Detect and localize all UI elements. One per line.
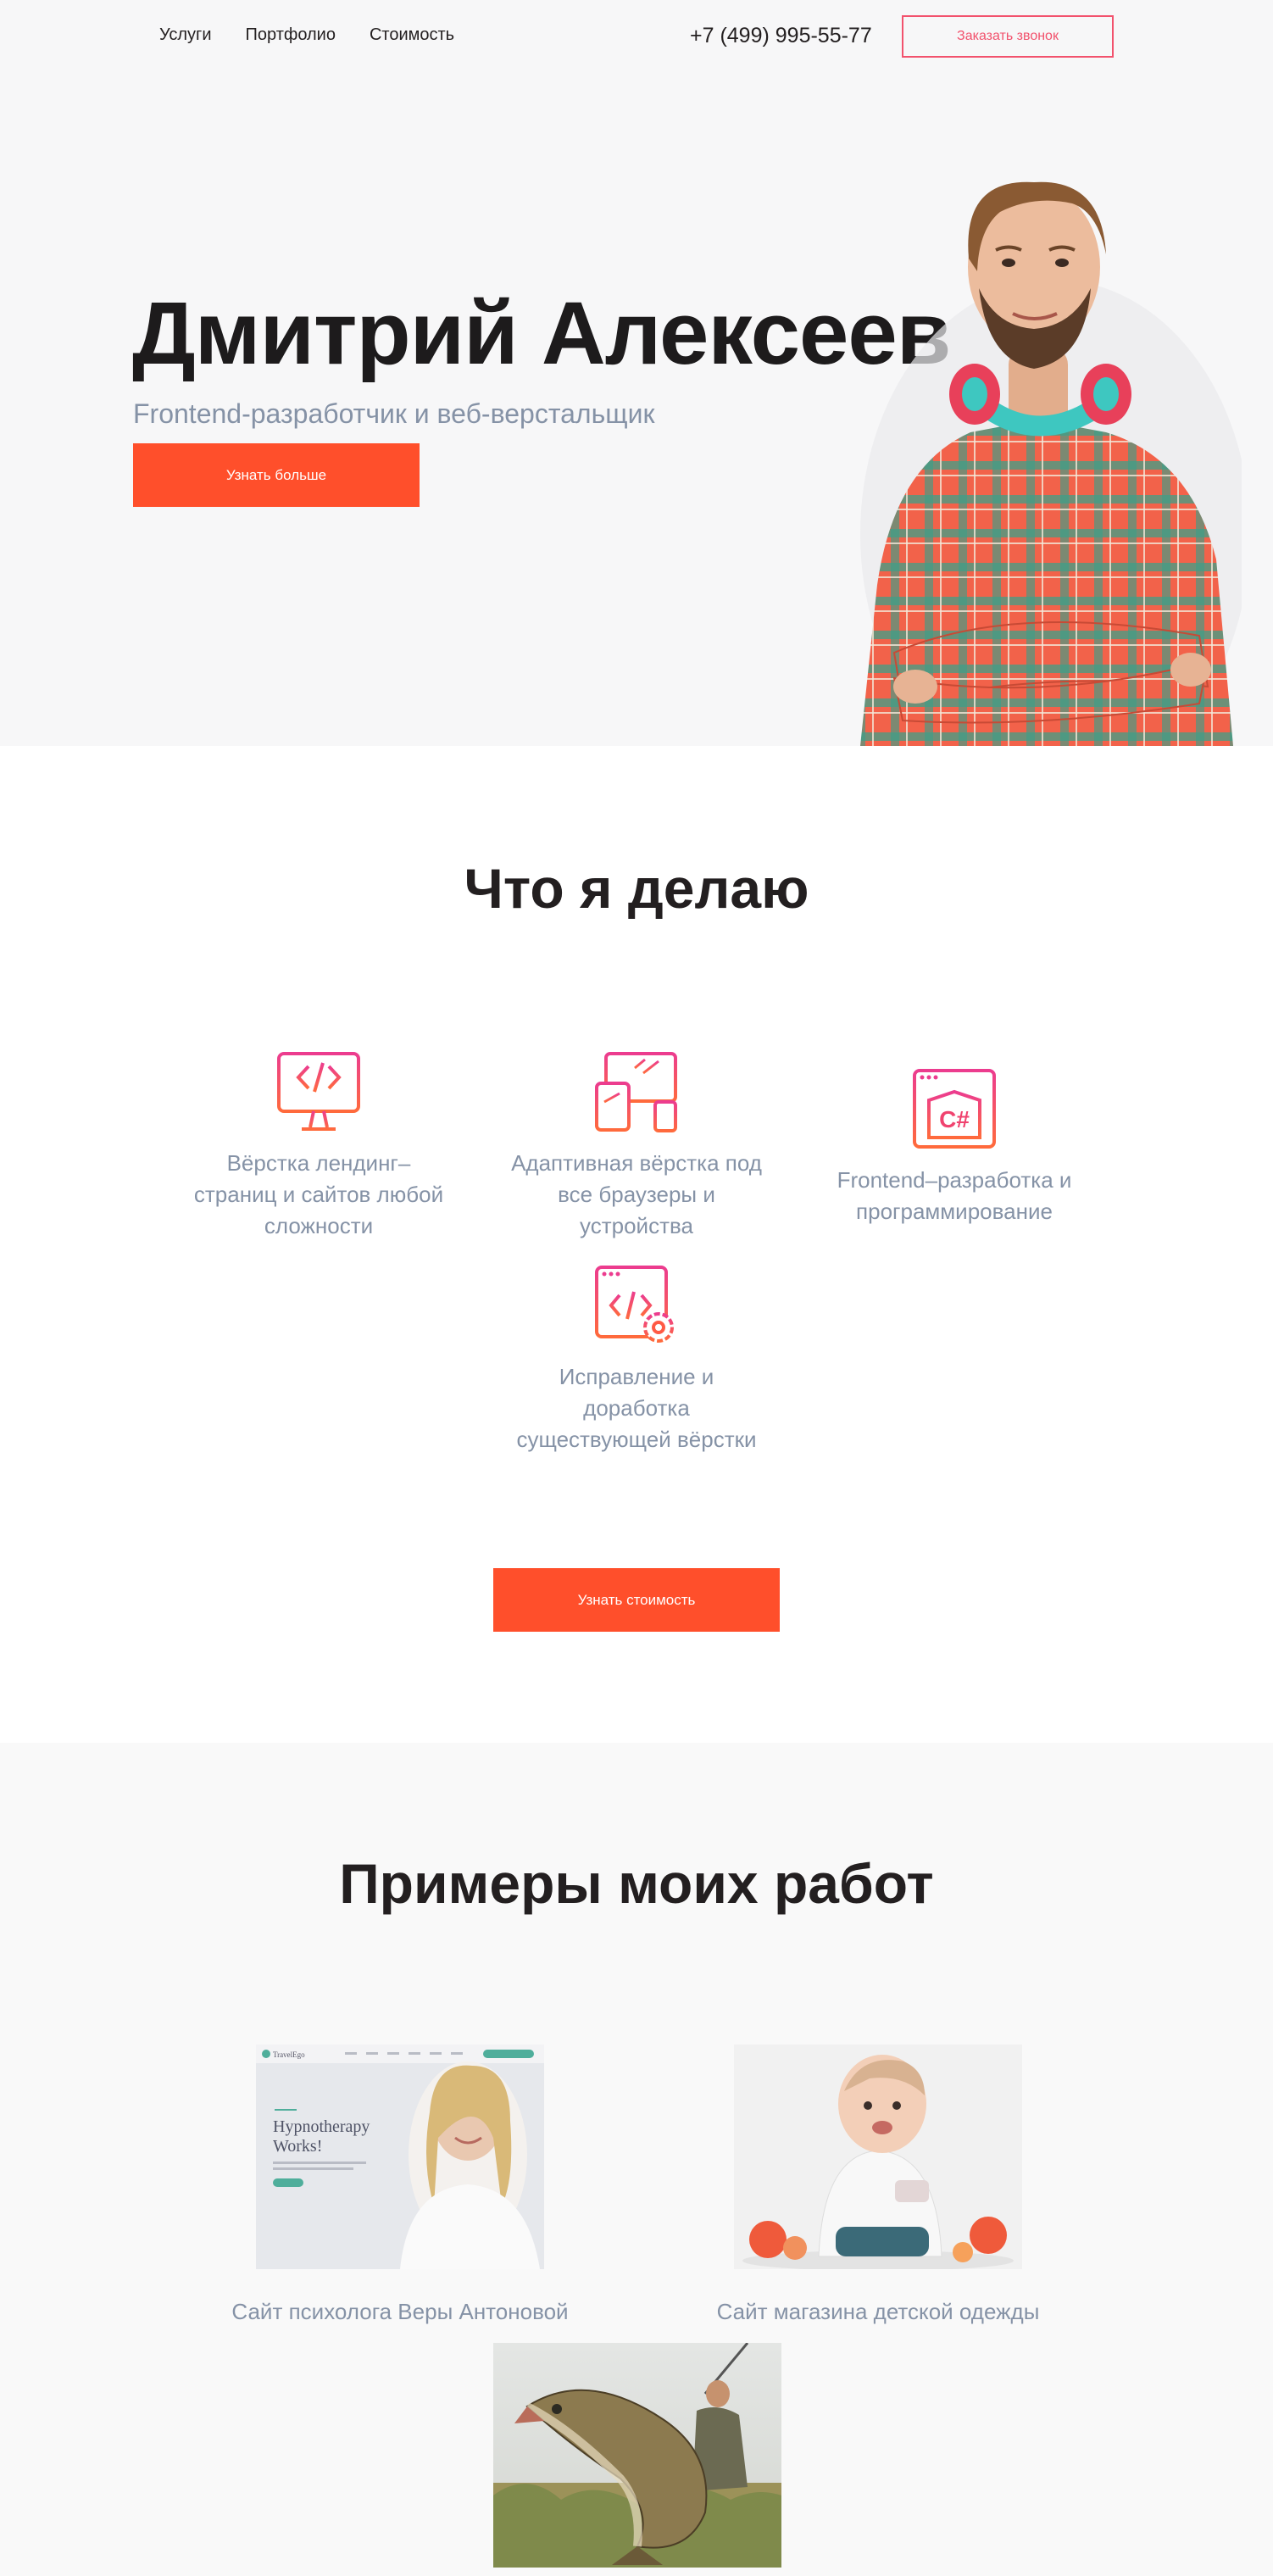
hypnotherapy-site-preview: TravelEgo Hypnotherapy Works! <box>256 2045 544 2269</box>
get-price-button[interactable]: Узнать стоимость <box>493 1568 780 1632</box>
portfolio-section: Примеры моих работ TravelEgo Hypnotherap… <box>0 1743 1273 2576</box>
portfolio-item-fishing[interactable] <box>493 2343 781 2568</box>
service-item-adaptive: Адаптивная вёрстка под все браузеры и ус… <box>509 1051 764 1242</box>
portfolio-thumbnail[interactable]: TravelEgo Hypnotherapy Works! <box>256 2045 544 2269</box>
portfolio-item-psychologist[interactable]: TravelEgo Hypnotherapy Works! Сайт психо… <box>231 2045 569 2324</box>
nav-link-services[interactable]: Услуги <box>159 25 212 45</box>
services-section: Что я делаю Вёрстка лендинг–страниц и са… <box>0 746 1273 1743</box>
thumb-logo: TravelEgo <box>273 2050 305 2059</box>
learn-more-button[interactable]: Узнать больше <box>133 443 420 507</box>
service-label: Адаптивная вёрстка под все браузеры и ус… <box>511 1150 762 1238</box>
svg-text:Hypnotherapy: Hypnotherapy <box>273 2117 370 2136</box>
monitor-code-icon <box>277 1052 360 1131</box>
nav-links: Услуги Портфолио Стоимость <box>159 25 454 45</box>
nav-link-portfolio[interactable]: Портфолио <box>246 25 336 45</box>
csharp-window-icon: C# <box>913 1069 996 1149</box>
hero-title: Дмитрий Алексеев <box>132 284 951 383</box>
code-gear-icon <box>595 1266 674 1343</box>
hero-subtitle: Frontend-разработчик и веб-верстальщик <box>133 398 655 429</box>
portfolio-item-kids-shop[interactable]: Сайт магазина детской одежды <box>717 2045 1039 2324</box>
developer-portrait-image <box>860 181 1242 746</box>
request-call-button[interactable]: Заказать звонок <box>902 15 1114 58</box>
devices-icon <box>595 1052 677 1132</box>
nav-link-pricing[interactable]: Стоимость <box>370 25 454 45</box>
hero-section: Услуги Портфолио Стоимость +7 (499) 995-… <box>0 0 1273 746</box>
portfolio-item-label: Сайт психолога Веры Антоновой <box>231 2299 569 2324</box>
service-item-fixes: Исправление и доработка существующей вёр… <box>509 1265 764 1455</box>
svg-text:C#: C# <box>939 1106 970 1132</box>
service-label: Вёрстка лендинг–страниц и сайтов любой с… <box>193 1150 444 1238</box>
portfolio-thumbnail[interactable] <box>734 2045 1022 2269</box>
svg-text:Works!: Works! <box>273 2137 322 2156</box>
baby-photo-preview <box>734 2045 1022 2269</box>
service-label: Исправление и доработка существующей вёр… <box>516 1364 757 1452</box>
portfolio-thumbnail[interactable] <box>493 2343 781 2568</box>
portfolio-title: Примеры моих работ <box>339 1852 934 1915</box>
top-navigation: Услуги Портфолио Стоимость +7 (499) 995-… <box>0 0 1273 75</box>
service-item-landing: Вёрстка лендинг–страниц и сайтов любой с… <box>192 1051 446 1242</box>
service-item-frontend: C# Frontend–разработка и программировани… <box>827 1068 1081 1227</box>
phone-number[interactable]: +7 (499) 995-55-77 <box>690 24 872 48</box>
pike-fishing-preview <box>493 2343 781 2568</box>
portfolio-item-label: Сайт магазина детской одежды <box>716 2299 1040 2324</box>
services-title: Что я делаю <box>464 857 809 920</box>
service-label: Frontend–разработка и программирование <box>837 1167 1072 1224</box>
